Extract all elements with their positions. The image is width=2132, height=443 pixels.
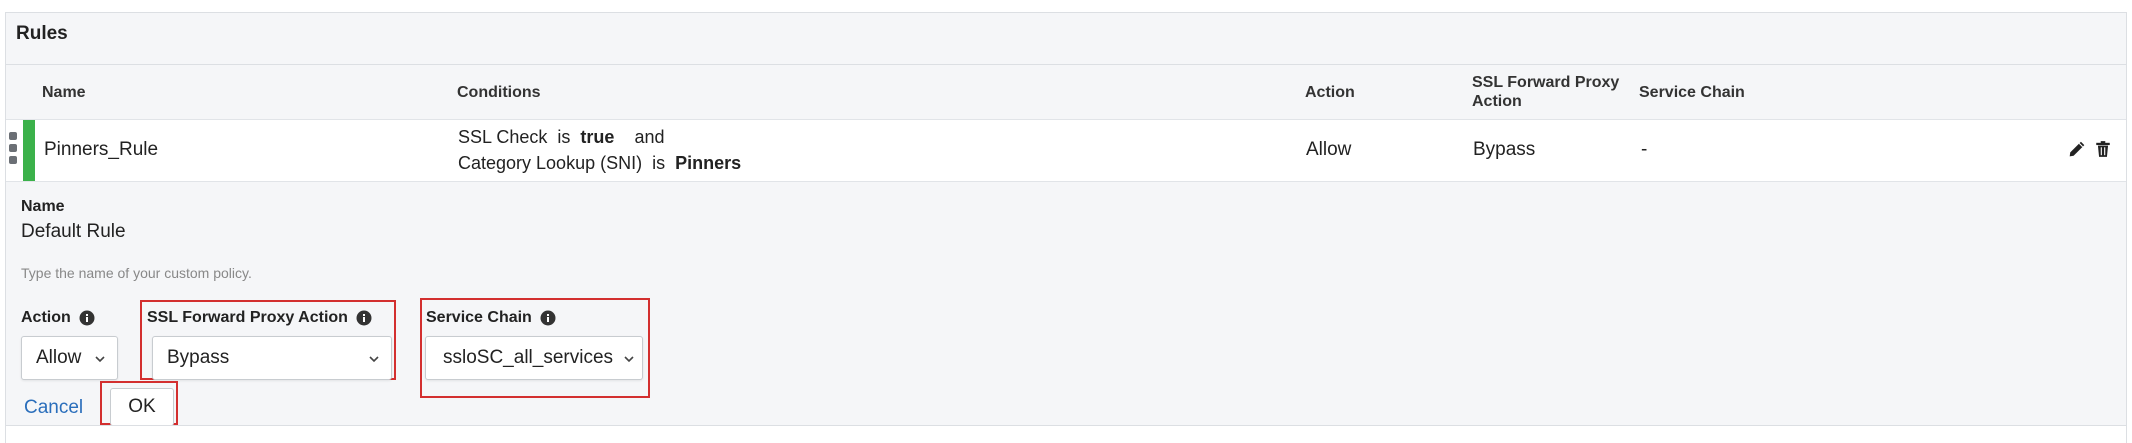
rule-conditions: SSL Check is true and Category Lookup (S… bbox=[458, 124, 741, 176]
chevron-down-icon bbox=[95, 356, 105, 363]
column-header-name[interactable]: Name bbox=[42, 83, 86, 102]
condition-line-2: Category Lookup (SNI) is Pinners bbox=[458, 153, 742, 173]
divider bbox=[6, 64, 2126, 65]
column-header-conditions[interactable]: Conditions bbox=[457, 83, 541, 102]
column-header-ssl-forward-proxy-action[interactable]: SSL Forward Proxy Action bbox=[1472, 73, 1642, 111]
panel-title: Rules bbox=[16, 23, 68, 44]
info-icon[interactable] bbox=[356, 310, 372, 326]
action-select-value: Allow bbox=[36, 347, 82, 368]
service-chain-label: Service Chain bbox=[426, 309, 556, 327]
chevron-down-icon bbox=[369, 356, 379, 363]
ssl-forward-proxy-action-label-text: SSL Forward Proxy Action bbox=[147, 309, 348, 326]
service-chain-select[interactable]: ssloSC_all_services bbox=[425, 336, 643, 380]
ssl-forward-proxy-action-label: SSL Forward Proxy Action bbox=[147, 309, 372, 327]
service-chain-label-text: Service Chain bbox=[426, 309, 532, 326]
name-value[interactable]: Default Rule bbox=[21, 221, 126, 243]
ok-button[interactable]: OK bbox=[110, 388, 174, 426]
table-row[interactable]: Pinners_Rule SSL Check is true and Categ… bbox=[6, 119, 2126, 182]
chevron-down-icon bbox=[624, 356, 634, 363]
action-label: Action bbox=[21, 309, 95, 327]
rule-editor: Name Default Rule Type the name of your … bbox=[6, 183, 2126, 426]
action-label-text: Action bbox=[21, 309, 71, 326]
rule-name: Pinners_Rule bbox=[44, 139, 159, 160]
ssl-forward-proxy-action-select[interactable]: Bypass bbox=[152, 336, 392, 380]
name-label: Name bbox=[21, 198, 65, 215]
pencil-icon[interactable] bbox=[2068, 140, 2086, 158]
column-header-action[interactable]: Action bbox=[1305, 83, 1355, 102]
column-header-service-chain[interactable]: Service Chain bbox=[1639, 83, 1745, 102]
rule-action: Allow bbox=[1306, 139, 1352, 160]
service-chain-select-value: ssloSC_all_services bbox=[443, 347, 614, 368]
info-icon[interactable] bbox=[79, 310, 95, 326]
name-help-text: Type the name of your custom policy. bbox=[21, 265, 252, 281]
row-actions bbox=[2068, 140, 2112, 158]
trash-icon[interactable] bbox=[2094, 140, 2112, 158]
drag-handle[interactable] bbox=[9, 132, 19, 172]
ssl-forward-proxy-action-select-value: Bypass bbox=[167, 347, 230, 368]
rule-ssl-forward-proxy-action: Bypass bbox=[1473, 139, 1536, 160]
cancel-link[interactable]: Cancel bbox=[24, 397, 83, 419]
rules-panel: Rules Name Conditions Action SSL Forward… bbox=[5, 12, 2127, 443]
condition-line-1: SSL Check is true and bbox=[458, 127, 665, 147]
rule-service-chain: - bbox=[1641, 139, 1648, 160]
info-icon[interactable] bbox=[540, 310, 556, 326]
action-select[interactable]: Allow bbox=[21, 336, 118, 380]
next-row-area bbox=[6, 426, 2126, 443]
status-indicator bbox=[23, 120, 35, 181]
